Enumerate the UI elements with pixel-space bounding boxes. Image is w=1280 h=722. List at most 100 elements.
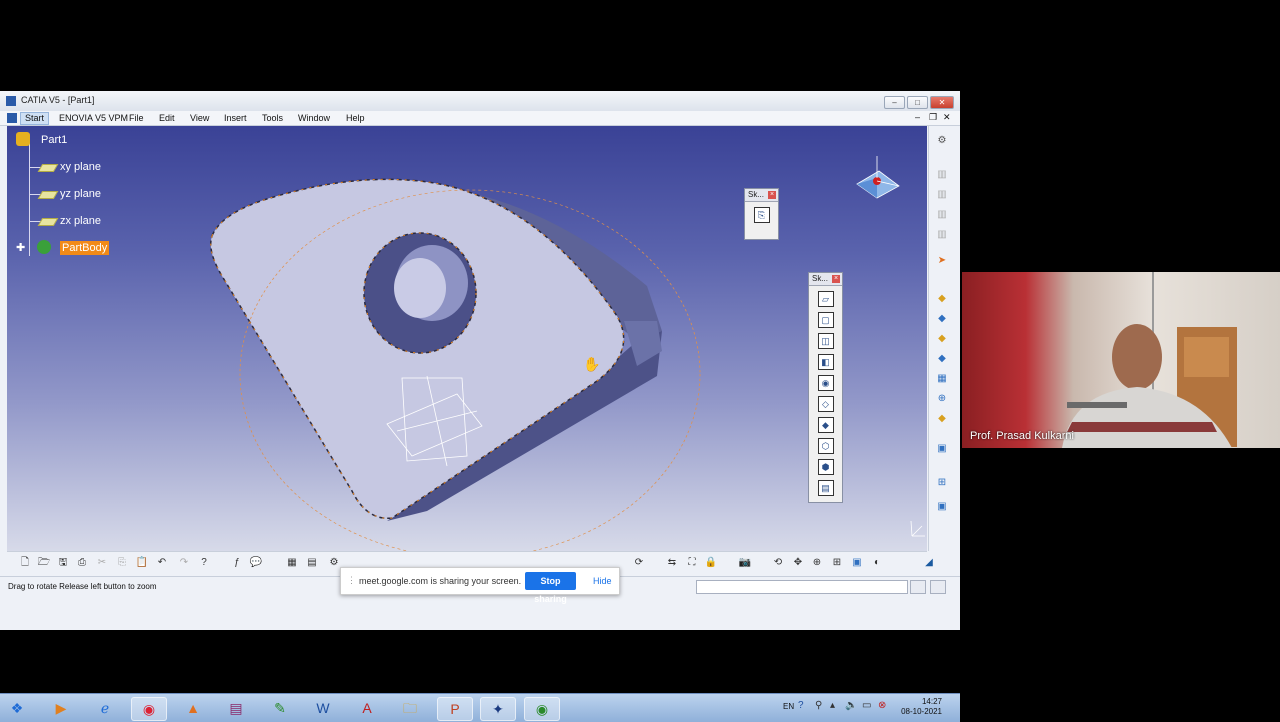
tree-root[interactable]: Part1 — [41, 133, 67, 147]
boolean-icon[interactable]: ◆ — [935, 412, 949, 426]
paste-icon[interactable]: 📋 — [135, 556, 149, 570]
tree-item-xy-plane[interactable]: xy plane — [60, 160, 101, 174]
new-file-icon[interactable]: 🗋 — [18, 556, 32, 570]
chrome-icon[interactable]: ◉ — [131, 697, 167, 721]
notepad-plus-icon[interactable]: ✎ — [263, 697, 297, 719]
save-icon[interactable]: 🖫 — [56, 556, 70, 570]
pan-icon[interactable]: ✥ — [791, 556, 805, 570]
view-mode-icon[interactable]: ▣ — [850, 556, 864, 570]
pocket-icon[interactable]: ▢ — [817, 312, 834, 328]
shaft-feature-icon[interactable]: ◆ — [935, 332, 949, 346]
menu-file[interactable]: File — [129, 113, 144, 123]
hide-show-icon[interactable]: ◐ — [870, 556, 884, 570]
analysis-icon[interactable]: ▣ — [935, 500, 949, 514]
minimize-button[interactable]: – — [884, 96, 905, 109]
clock[interactable]: 14:27 08-10-2021 — [901, 697, 942, 717]
stiffener-icon[interactable]: ▤ — [817, 480, 834, 496]
shaft-icon[interactable]: ◫ — [817, 333, 834, 349]
menu-start[interactable]: Start — [20, 112, 50, 125]
remove-loft-icon[interactable]: ⬢ — [817, 459, 834, 475]
palette-close-icon[interactable]: × — [832, 275, 840, 283]
redo-icon[interactable]: ↷ — [177, 556, 191, 570]
acrobat-icon[interactable]: A — [350, 697, 384, 719]
doc-minimize-button[interactable]: – — [915, 112, 920, 122]
vlc-icon[interactable]: ▲ — [176, 697, 210, 719]
constraint-2-icon[interactable]: ▥ — [935, 188, 949, 202]
tree-item-zx-plane[interactable]: zx plane — [60, 214, 101, 228]
media-player-icon[interactable]: ▶ — [44, 697, 78, 719]
constraint-3-icon[interactable]: ▥ — [935, 208, 949, 222]
network-icon[interactable]: ⚲ — [815, 700, 822, 711]
knowledge-icon[interactable]: ⚙ — [327, 556, 341, 570]
3d-viewport[interactable]: ✋ Part1 xy plane yz plane zx plane ✚ Par… — [7, 126, 927, 551]
drag-handle-icon[interactable]: ⋮ — [347, 575, 356, 586]
settings-gear-icon[interactable]: ⚙ — [935, 134, 949, 148]
tree-item-yz-plane[interactable]: yz plane — [60, 187, 101, 201]
palette-close-icon[interactable]: × — [768, 191, 776, 199]
close-button[interactable]: ✕ — [930, 96, 954, 109]
update-icon[interactable]: ⟳ — [632, 556, 646, 570]
menu-tools[interactable]: Tools — [262, 113, 283, 123]
lock-icon[interactable]: 🔒 — [704, 556, 718, 570]
menu-enovia[interactable]: ENOVIA V5 VPM — [59, 113, 128, 123]
stop-sharing-button[interactable]: Stop sharing — [525, 572, 576, 604]
fillet-feature-icon[interactable]: ◆ — [935, 352, 949, 366]
tree-item-partbody[interactable]: PartBody — [60, 241, 110, 255]
constraint-icon[interactable]: ▥ — [935, 168, 949, 182]
formula-icon[interactable]: ƒ — [230, 556, 244, 570]
pad-icon[interactable]: ▱ — [817, 291, 834, 307]
fit-all-icon[interactable]: ⛶ — [685, 556, 699, 570]
command-button-1[interactable] — [910, 580, 926, 594]
word-icon[interactable]: W — [306, 697, 340, 719]
internet-explorer-icon[interactable]: ℯ — [88, 697, 122, 719]
catalog-icon[interactable]: ▤ — [305, 556, 319, 570]
measure-icon[interactable]: ⊞ — [935, 476, 949, 490]
pad-feature-icon[interactable]: ◆ — [935, 292, 949, 306]
zoom-in-icon[interactable]: ⊕ — [810, 556, 824, 570]
rib-icon[interactable]: ◇ — [817, 396, 834, 412]
rotate-icon[interactable]: ⟲ — [771, 556, 785, 570]
doc-restore-button[interactable]: ❐ — [929, 112, 937, 123]
catia-taskbar-icon[interactable]: ✦ — [480, 697, 516, 721]
winrar-icon[interactable]: ▤ — [219, 697, 253, 719]
select-arrow-icon[interactable]: ➤ — [935, 254, 949, 268]
doc-close-button[interactable]: ✕ — [943, 112, 951, 123]
normal-view-icon[interactable]: ⊞ — [830, 556, 844, 570]
comment-icon[interactable]: 💬 — [249, 556, 263, 570]
menu-view[interactable]: View — [190, 113, 209, 123]
chrome-meet-icon[interactable]: ◉ — [524, 697, 560, 721]
exit-sketch-icon[interactable]: ⎘ — [753, 207, 770, 223]
slot-icon[interactable]: ◆ — [817, 417, 834, 433]
file-explorer-icon[interactable]: 🗀 — [393, 697, 427, 719]
whats-this-icon[interactable]: ? — [197, 556, 211, 570]
menu-edit[interactable]: Edit — [159, 113, 175, 123]
print-icon[interactable]: ⎙ — [75, 556, 89, 570]
axis-system-icon[interactable]: ⊕ — [935, 392, 949, 406]
menu-window[interactable]: Window — [298, 113, 330, 123]
undo-icon[interactable]: ↶ — [155, 556, 169, 570]
apply-material-icon[interactable]: ▣ — [935, 442, 949, 456]
menu-insert[interactable]: Insert — [224, 113, 247, 123]
volume-icon[interactable]: 🔈 — [845, 700, 857, 711]
copy-icon[interactable]: ⎘ — [115, 556, 129, 570]
powerpoint-icon[interactable]: P — [437, 697, 473, 721]
command-button-2[interactable] — [930, 580, 946, 594]
menu-help[interactable]: Help — [346, 113, 365, 123]
fly-mode-icon[interactable]: ⇆ — [665, 556, 679, 570]
pattern-icon[interactable]: ▦ — [935, 372, 949, 386]
show-hidden-icons[interactable]: ▴ — [830, 700, 835, 711]
cut-icon[interactable]: ✂ — [95, 556, 109, 570]
loft-icon[interactable]: ⬡ — [817, 438, 834, 454]
camera-icon[interactable]: 📷 — [738, 556, 752, 570]
windows-start-icon[interactable]: ❖ — [2, 697, 32, 719]
command-input[interactable] — [696, 580, 908, 594]
groove-icon[interactable]: ◧ — [817, 354, 834, 370]
pocket-feature-icon[interactable]: ◆ — [935, 312, 949, 326]
hide-button[interactable]: Hide — [593, 576, 612, 586]
power-icon[interactable]: ⊗ — [878, 700, 886, 711]
monitor-icon[interactable]: ▭ — [862, 700, 871, 711]
help-icon[interactable]: ? — [798, 700, 804, 711]
table-icon[interactable]: ▦ — [285, 556, 299, 570]
maximize-button[interactable]: □ — [907, 96, 928, 109]
expand-plus-icon[interactable]: ✚ — [16, 241, 25, 254]
